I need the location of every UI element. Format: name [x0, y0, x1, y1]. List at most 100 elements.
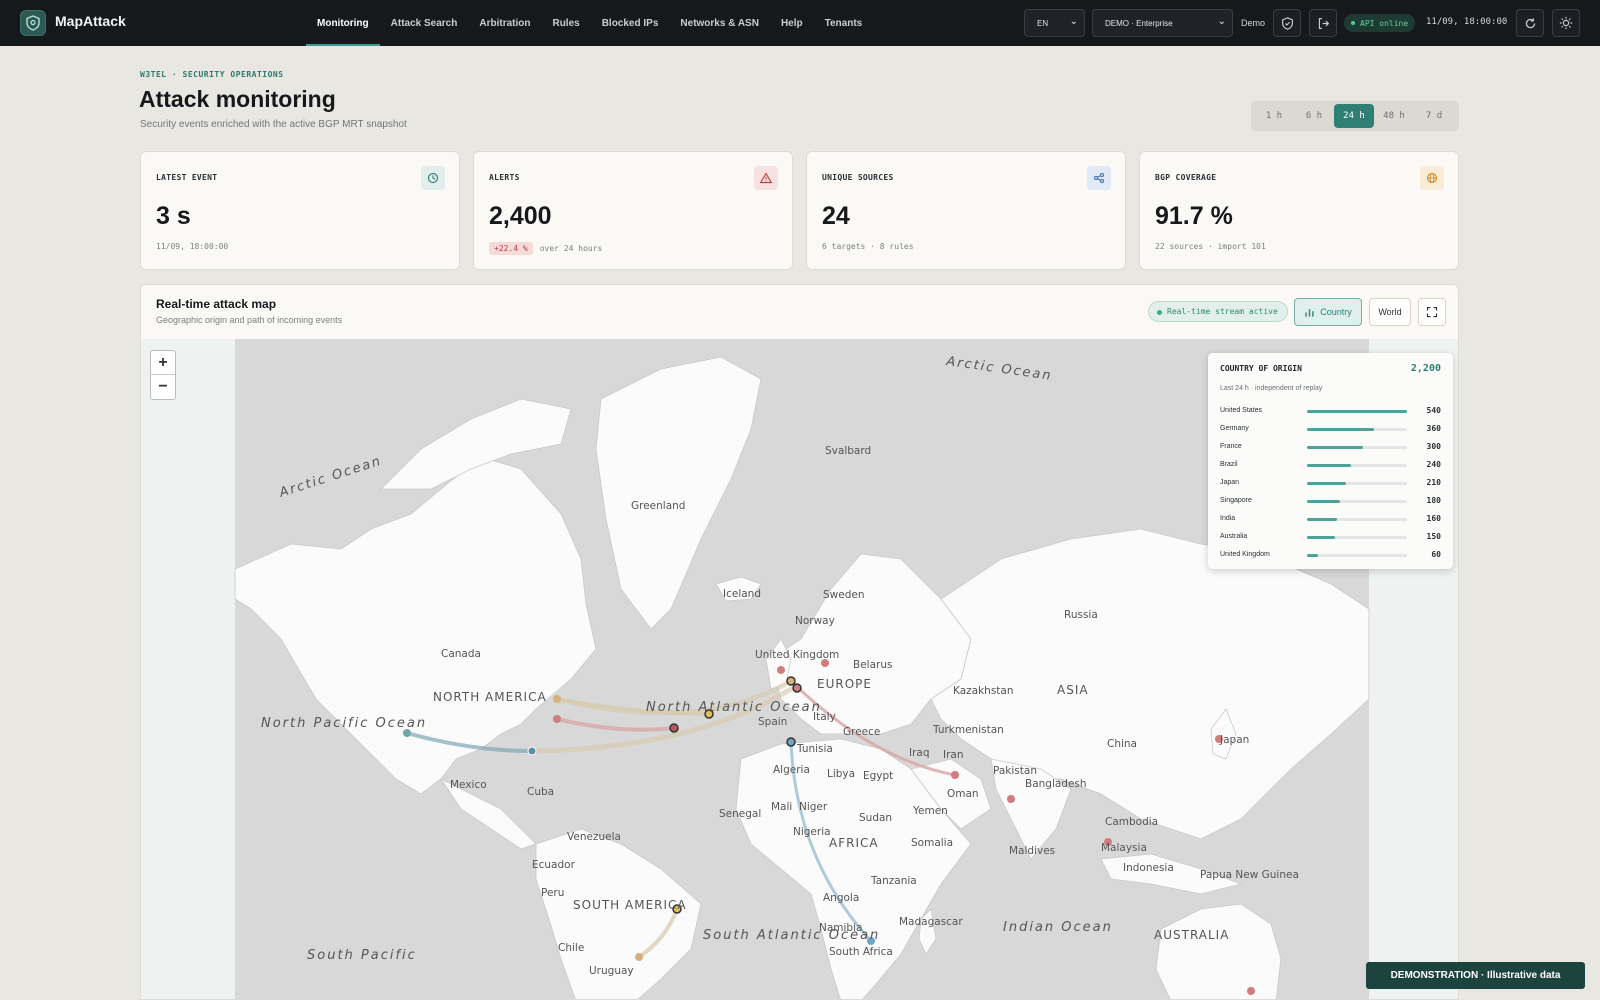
kpi-label: ALERTS — [489, 173, 520, 182]
legend-bar — [1307, 518, 1407, 521]
label-libya: Libya — [827, 768, 855, 780]
legend-bar — [1307, 410, 1407, 413]
label-angola: Angola — [823, 892, 859, 904]
event-point — [1247, 987, 1255, 995]
event-point — [553, 715, 561, 723]
label-north-atlantic: North Atlantic Ocean — [646, 700, 822, 715]
zoom-in-button[interactable]: + — [151, 351, 175, 375]
language-select[interactable]: EN ⌄ — [1024, 9, 1085, 37]
label-iran: Iran — [943, 749, 964, 761]
legend-country: France — [1220, 443, 1242, 450]
legend-row: Germany 360 — [1220, 423, 1441, 437]
event-point — [792, 683, 802, 693]
label-norway: Norway — [795, 615, 835, 627]
kpi-label: LATEST EVENT — [156, 173, 218, 182]
logout-icon — [1318, 17, 1329, 29]
label-uruguay: Uruguay — [589, 965, 634, 977]
event-point — [777, 666, 785, 674]
label-spain: Spain — [758, 716, 787, 728]
event-point — [553, 695, 561, 703]
stream-status-badge: Real-time stream active — [1148, 301, 1288, 322]
range-6h[interactable]: 6 h — [1294, 104, 1334, 128]
nav-attack-search[interactable]: Attack Search — [380, 0, 469, 46]
label-greenland: Greenland — [631, 500, 685, 512]
top-navigation-bar: MapAttack Monitoring Attack Search Arbit… — [0, 0, 1600, 46]
kpi-label: UNIQUE SOURCES — [822, 173, 894, 182]
nav-networks-asn[interactable]: Networks & ASN — [669, 0, 770, 46]
label-china: China — [1107, 738, 1137, 750]
label-maldives: Maldives — [1009, 845, 1055, 857]
tenant-select[interactable]: DEMO · Enterprise ⌄ — [1092, 9, 1233, 37]
label-south-pacific: South Pacific — [307, 948, 417, 963]
nav-blocked-ips[interactable]: Blocked IPs — [591, 0, 670, 46]
zoom-out-button[interactable]: − — [151, 375, 175, 399]
legend-country: Japan — [1220, 479, 1240, 486]
label-pakistan: Pakistan — [993, 765, 1037, 777]
legend-count: 540 — [1426, 406, 1441, 415]
legend-bar-fill — [1307, 446, 1363, 449]
range-1h[interactable]: 1 h — [1254, 104, 1294, 128]
chevron-down-icon: ⌄ — [1069, 16, 1078, 27]
demo-banner: DEMONSTRATION · Illustrative data — [1366, 962, 1585, 989]
legend-country: Singapore — [1220, 497, 1252, 504]
kpi-value: 3 s — [156, 202, 191, 230]
map-subtitle: Geographic origin and path of incoming e… — [156, 315, 343, 325]
kpi-label: BGP COVERAGE — [1155, 173, 1217, 182]
legend-count: 180 — [1426, 496, 1441, 505]
legend-bar — [1307, 464, 1407, 467]
shield-logo-icon[interactable] — [20, 10, 46, 36]
language-value: EN — [1037, 18, 1049, 28]
kpi-sub-row: +22.4 % over 24 hours — [489, 242, 602, 255]
fullscreen-button[interactable] — [1418, 298, 1446, 326]
kpi-sub: 22 sources · import 101 — [1155, 242, 1266, 251]
event-point — [786, 676, 796, 686]
label-algeria: Algeria — [773, 764, 810, 776]
warning-icon — [754, 166, 778, 190]
map-title: Real-time attack map — [156, 297, 277, 311]
refresh-button[interactable] — [1516, 9, 1544, 37]
nav-tenants[interactable]: Tenants — [814, 0, 874, 46]
range-24h[interactable]: 24 h — [1334, 104, 1374, 128]
legend-bar — [1307, 428, 1407, 431]
logout-button[interactable] — [1309, 9, 1337, 37]
range-7d[interactable]: 7 d — [1414, 104, 1454, 128]
legend-row: United Kingdom 60 — [1220, 549, 1441, 563]
legend-title: COUNTRY OF ORIGIN — [1220, 364, 1302, 373]
kpi-sub: over 24 hours — [539, 244, 603, 253]
nav-arbitration[interactable]: Arbitration — [468, 0, 541, 46]
range-48h[interactable]: 48 h — [1374, 104, 1414, 128]
legend-country: Brazil — [1220, 461, 1238, 468]
label-madagascar: Madagascar — [899, 916, 963, 928]
view-country-button[interactable]: Country — [1294, 298, 1362, 326]
legend-bar-fill — [1307, 482, 1346, 485]
legend-bar-fill — [1307, 536, 1335, 539]
nav-rules[interactable]: Rules — [541, 0, 590, 46]
api-status-badge: API online — [1344, 14, 1416, 32]
kpi-alerts: ALERTS 2,400 +22.4 % over 24 hours — [473, 151, 793, 270]
fullscreen-icon — [1426, 306, 1438, 318]
theme-toggle-button[interactable] — [1552, 9, 1580, 37]
world-map[interactable]: Arctic Ocean Arctic Ocean North Pacific … — [141, 339, 1458, 999]
event-point — [527, 746, 537, 756]
nav-help[interactable]: Help — [770, 0, 814, 46]
legend-country: India — [1220, 515, 1236, 522]
event-point — [669, 723, 679, 733]
chevron-down-icon: ⌄ — [1217, 16, 1226, 27]
legend-bar — [1307, 554, 1407, 557]
clock-icon — [421, 166, 445, 190]
label-kazakhstan: Kazakhstan — [953, 685, 1014, 697]
legend-count: 300 — [1426, 442, 1441, 451]
main-nav: Monitoring Attack Search Arbitration Rul… — [306, 0, 873, 46]
label-chile: Chile — [558, 942, 584, 954]
trend-badge: +22.4 % — [489, 242, 533, 255]
label-cambodia: Cambodia — [1105, 816, 1158, 828]
label-indian-ocean: Indian Ocean — [1003, 920, 1113, 935]
view-country-label: Country — [1320, 307, 1352, 317]
nav-monitoring[interactable]: Monitoring — [306, 0, 380, 46]
share-nodes-icon — [1087, 166, 1111, 190]
legend-count: 360 — [1426, 424, 1441, 433]
refresh-icon — [1525, 17, 1535, 28]
shield-button[interactable] — [1273, 9, 1301, 37]
label-somalia: Somalia — [911, 837, 953, 849]
view-world-button[interactable]: World — [1369, 298, 1411, 326]
